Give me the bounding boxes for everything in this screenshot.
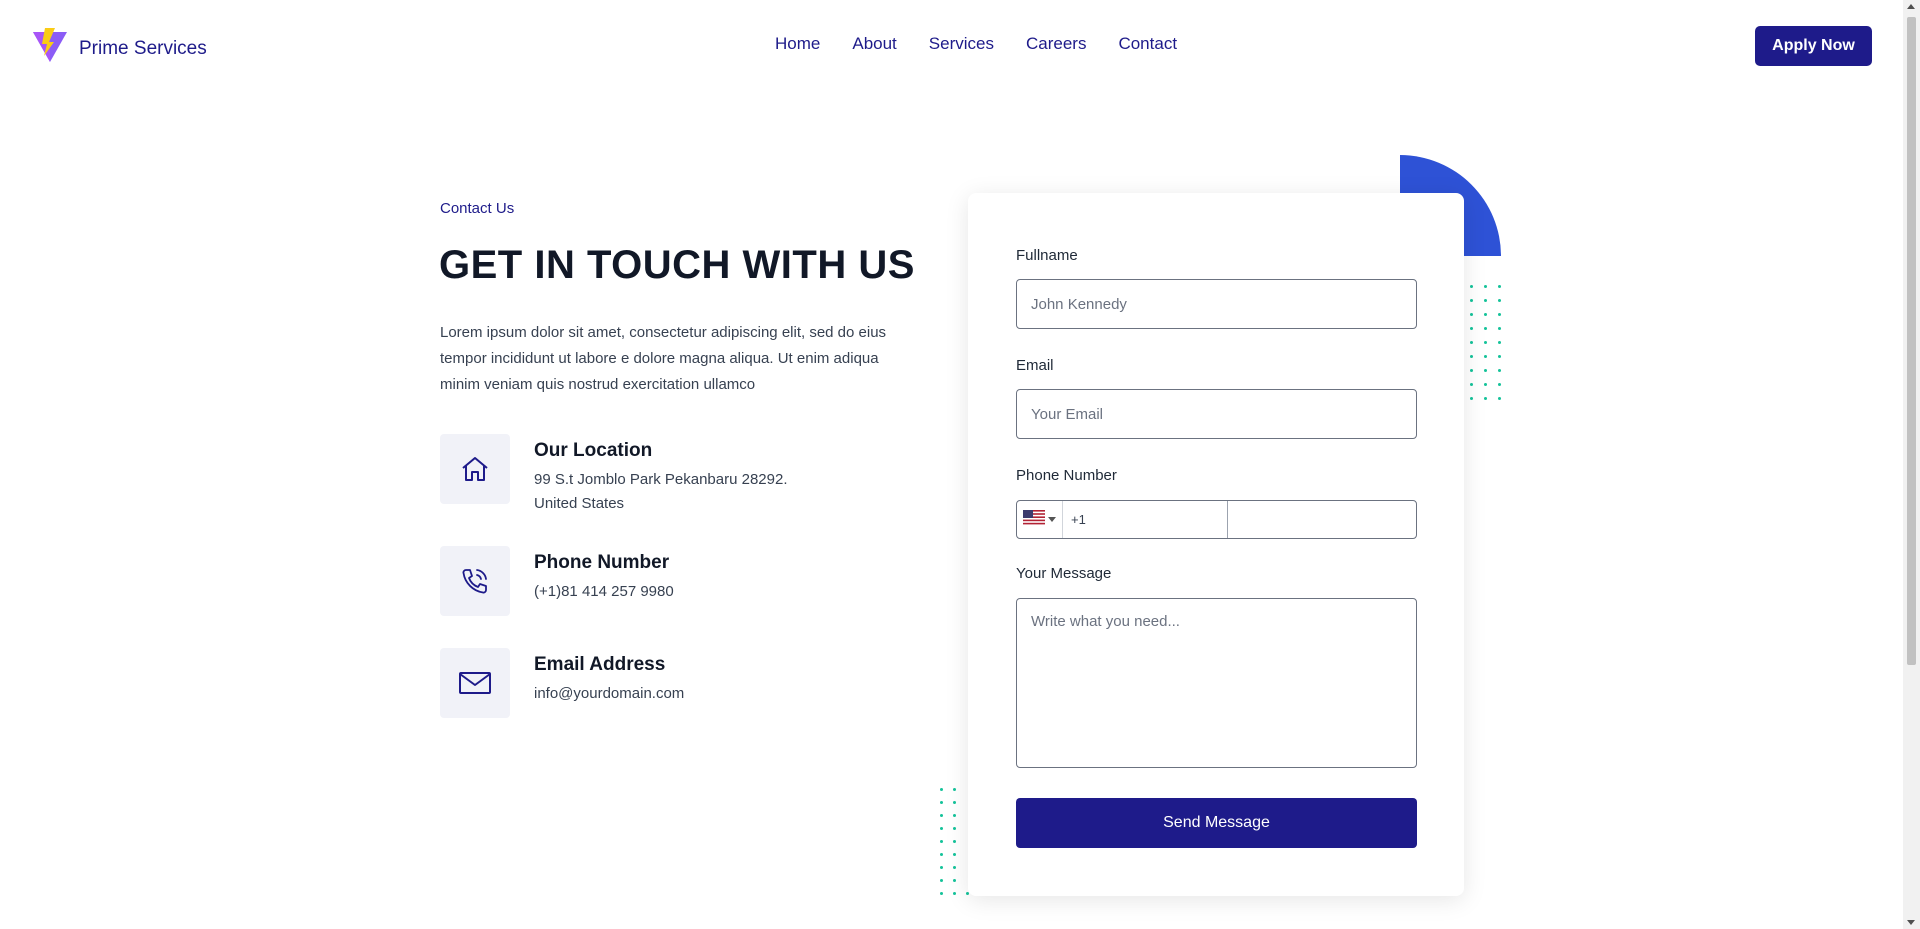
country-select[interactable] [1017,501,1063,538]
nav-careers[interactable]: Careers [1026,34,1086,54]
decorative-dot [1470,355,1473,358]
location-line2: United States [534,495,625,512]
decorative-dot [940,788,943,791]
nav-services[interactable]: Services [929,34,994,54]
decorative-dot [1498,369,1501,372]
email-input[interactable] [1016,389,1417,439]
email-label: Email [1016,357,1054,374]
location-info: Our Location 99 S.t Jomblo Park Pekanbar… [440,434,788,516]
decorative-dot [940,892,943,895]
page-title: GET IN TOUCH WITH US [439,243,915,287]
decorative-dot [1498,341,1501,344]
phone-label: Phone Number [1016,467,1117,484]
decorative-dot [953,814,956,817]
decorative-dot [1470,341,1473,344]
page-scrollbar[interactable] [1903,0,1920,929]
decorative-dot [953,840,956,843]
send-message-button[interactable]: Send Message [1016,798,1417,848]
decorative-dot [940,814,943,817]
decorative-dot [1484,369,1487,372]
nav-contact[interactable]: Contact [1118,34,1177,54]
envelope-icon [440,648,510,718]
decorative-dot [1498,397,1501,400]
phone-info: Phone Number (+1)81 414 257 9980 [440,546,674,616]
nav-about[interactable]: About [852,34,896,54]
decorative-dot [953,788,956,791]
apply-now-button[interactable]: Apply Now [1755,26,1872,66]
message-label: Your Message [1016,565,1112,582]
decorative-dot [1484,313,1487,316]
decorative-dot [1498,285,1501,288]
decorative-dot [1484,397,1487,400]
decorative-dot [1498,327,1501,330]
section-eyebrow: Contact Us [440,200,515,217]
message-textarea[interactable] [1016,598,1417,768]
home-icon [440,434,510,504]
decorative-dot [1470,327,1473,330]
decorative-dot [1484,355,1487,358]
decorative-dot [940,866,943,869]
chevron-down-icon [1048,517,1056,522]
dial-code: +1 [1071,512,1086,527]
nav-home[interactable]: Home [775,34,820,54]
decorative-dot [1498,383,1501,386]
decorative-dot [1470,397,1473,400]
us-flag-icon [1023,509,1045,530]
decorative-dot [1470,383,1473,386]
brand[interactable]: Prime Services [31,28,207,69]
decorative-dot [953,801,956,804]
location-title: Our Location [534,440,653,461]
decorative-dot [1498,313,1501,316]
decorative-dot [1470,369,1473,372]
phone-input-group: +1 [1016,500,1417,539]
site-header: Prime Services Home About Services Caree… [0,0,1903,94]
contact-form-card: Fullname Email Phone Number [968,193,1464,896]
intro-text: Lorem ipsum dolor sit amet, consectetur … [440,324,887,393]
decorative-dot [1470,313,1473,316]
decorative-dot [940,827,943,830]
decorative-dot [1484,327,1487,330]
phone-value: (+1)81 414 257 9980 [534,583,674,600]
email-title: Email Address [534,654,666,675]
decorative-dot [953,827,956,830]
decorative-dot [940,801,943,804]
decorative-dot [953,866,956,869]
phone-number-input[interactable]: +1 [1017,501,1228,538]
decorative-dot [1498,355,1501,358]
fullname-label: Fullname [1016,247,1078,264]
decorative-dot [1470,285,1473,288]
scroll-thumb[interactable] [1907,17,1916,665]
decorative-dot [1484,299,1487,302]
decorative-dot [1484,341,1487,344]
decorative-dot [1498,299,1501,302]
scroll-down-arrow-icon[interactable] [1907,920,1915,925]
decorative-dot [940,853,943,856]
scroll-up-arrow-icon[interactable] [1907,4,1915,9]
phone-title: Phone Number [534,552,670,573]
decorative-dot [953,853,956,856]
decorative-dot [1484,383,1487,386]
decorative-dot [940,879,943,882]
decorative-dot [1470,299,1473,302]
logo-triangle-icon [31,28,69,69]
main-nav: Home About Services Careers Contact [775,34,1177,54]
fullname-input[interactable] [1016,279,1417,329]
phone-ringing-icon [440,546,510,616]
location-line1: 99 S.t Jomblo Park Pekanbaru 28292. [534,471,788,488]
decorative-dot [1484,285,1487,288]
decorative-dot [953,879,956,882]
email-value: info@yourdomain.com [534,685,685,702]
brand-name: Prime Services [79,37,207,59]
decorative-dot [953,892,956,895]
email-info: Email Address info@yourdomain.com [440,648,684,718]
decorative-dot [940,840,943,843]
